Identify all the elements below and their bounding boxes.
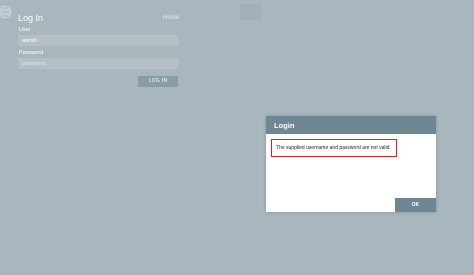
dialog-header: Login — [266, 116, 436, 134]
user-label: User — [19, 27, 31, 33]
login-error-dialog: Login The supplied username and password… — [266, 116, 436, 212]
login-page-title: Log In — [18, 13, 44, 23]
background-tile — [240, 4, 262, 20]
dialog-title: Login — [274, 121, 295, 130]
ok-button[interactable]: OK — [395, 198, 436, 212]
error-message-box: The supplied username and password are n… — [271, 139, 397, 157]
home-link[interactable]: Home — [163, 15, 179, 21]
password-input[interactable] — [18, 58, 178, 69]
user-input[interactable] — [18, 35, 178, 46]
error-message: The supplied username and password are n… — [276, 145, 391, 151]
login-button[interactable]: LOG IN — [138, 76, 178, 87]
password-label: Password — [19, 50, 44, 56]
app-logo-icon — [0, 5, 12, 19]
